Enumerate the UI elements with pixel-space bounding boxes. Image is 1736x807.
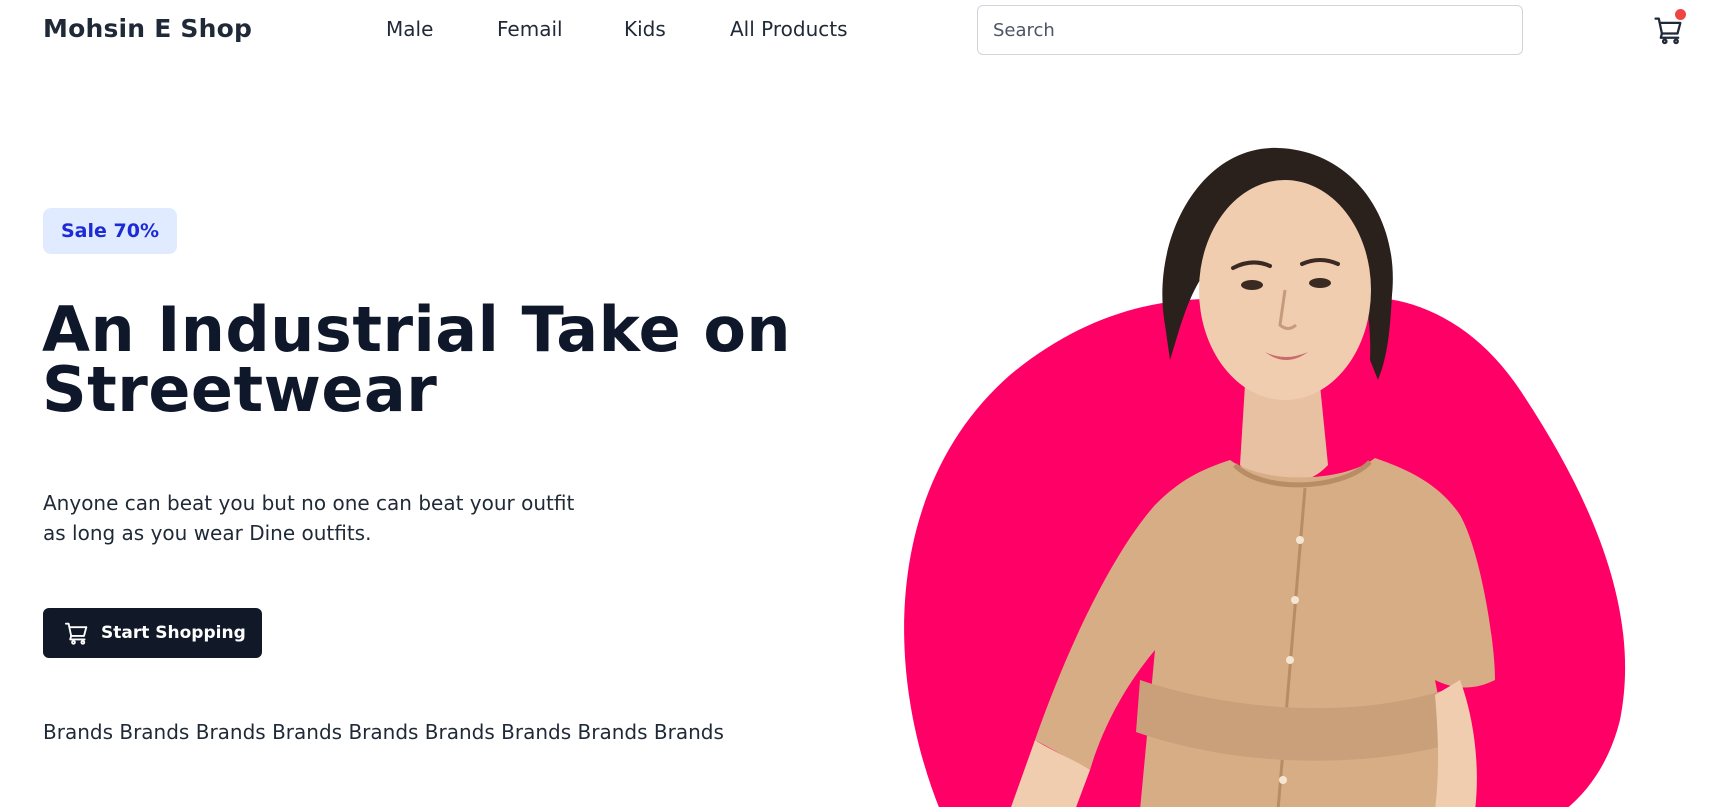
- hero-title: An Industrial Take on Streetwear: [42, 299, 802, 421]
- sale-badge: Sale 70%: [43, 208, 177, 254]
- hero-subtitle-line-1: Anyone can beat you but no one can beat …: [43, 491, 575, 515]
- cart-icon: [64, 622, 88, 645]
- hero-subtitle: Anyone can beat you but no one can beat …: [43, 488, 603, 548]
- left-eye: [1241, 280, 1263, 290]
- brand-logo[interactable]: Mohsin E Shop: [43, 14, 252, 43]
- start-shopping-label: Start Shopping: [101, 623, 246, 643]
- cart-notification-dot: [1675, 9, 1686, 20]
- brand-item: Brands: [272, 720, 343, 744]
- nav-link-kids[interactable]: Kids: [624, 17, 666, 41]
- nav-link-femail[interactable]: Femail: [497, 17, 563, 41]
- search-input[interactable]: [977, 5, 1523, 55]
- hero-title-line-2: Streetwear: [42, 353, 438, 426]
- brand-item: Brands: [424, 720, 495, 744]
- hero-image: [900, 120, 1660, 807]
- dress-button: [1296, 536, 1304, 544]
- nav-link-all-products[interactable]: All Products: [730, 17, 848, 41]
- dress-button: [1279, 776, 1287, 784]
- site-header: Mohsin E Shop Male Femail Kids All Produ…: [0, 0, 1736, 60]
- brand-item: Brands: [348, 720, 419, 744]
- brand-item: Brands: [653, 720, 724, 744]
- nav-link-male[interactable]: Male: [386, 17, 433, 41]
- dress-button: [1291, 596, 1299, 604]
- hero-subtitle-line-2: as long as you wear Dine outfits.: [43, 521, 372, 545]
- brand-item: Brands: [577, 720, 648, 744]
- brand-item: Brands: [195, 720, 266, 744]
- right-eye: [1309, 278, 1331, 288]
- landing-page: Mohsin E Shop Male Femail Kids All Produ…: [0, 0, 1736, 807]
- hero-illustration: [904, 147, 1626, 807]
- brand-item: Brands: [119, 720, 190, 744]
- brands-row: Brands Brands Brands Brands Brands Brand…: [43, 720, 763, 744]
- dress-button: [1286, 656, 1294, 664]
- brand-item: Brands: [43, 720, 113, 744]
- brand-item: Brands: [501, 720, 572, 744]
- start-shopping-button[interactable]: Start Shopping: [43, 608, 262, 658]
